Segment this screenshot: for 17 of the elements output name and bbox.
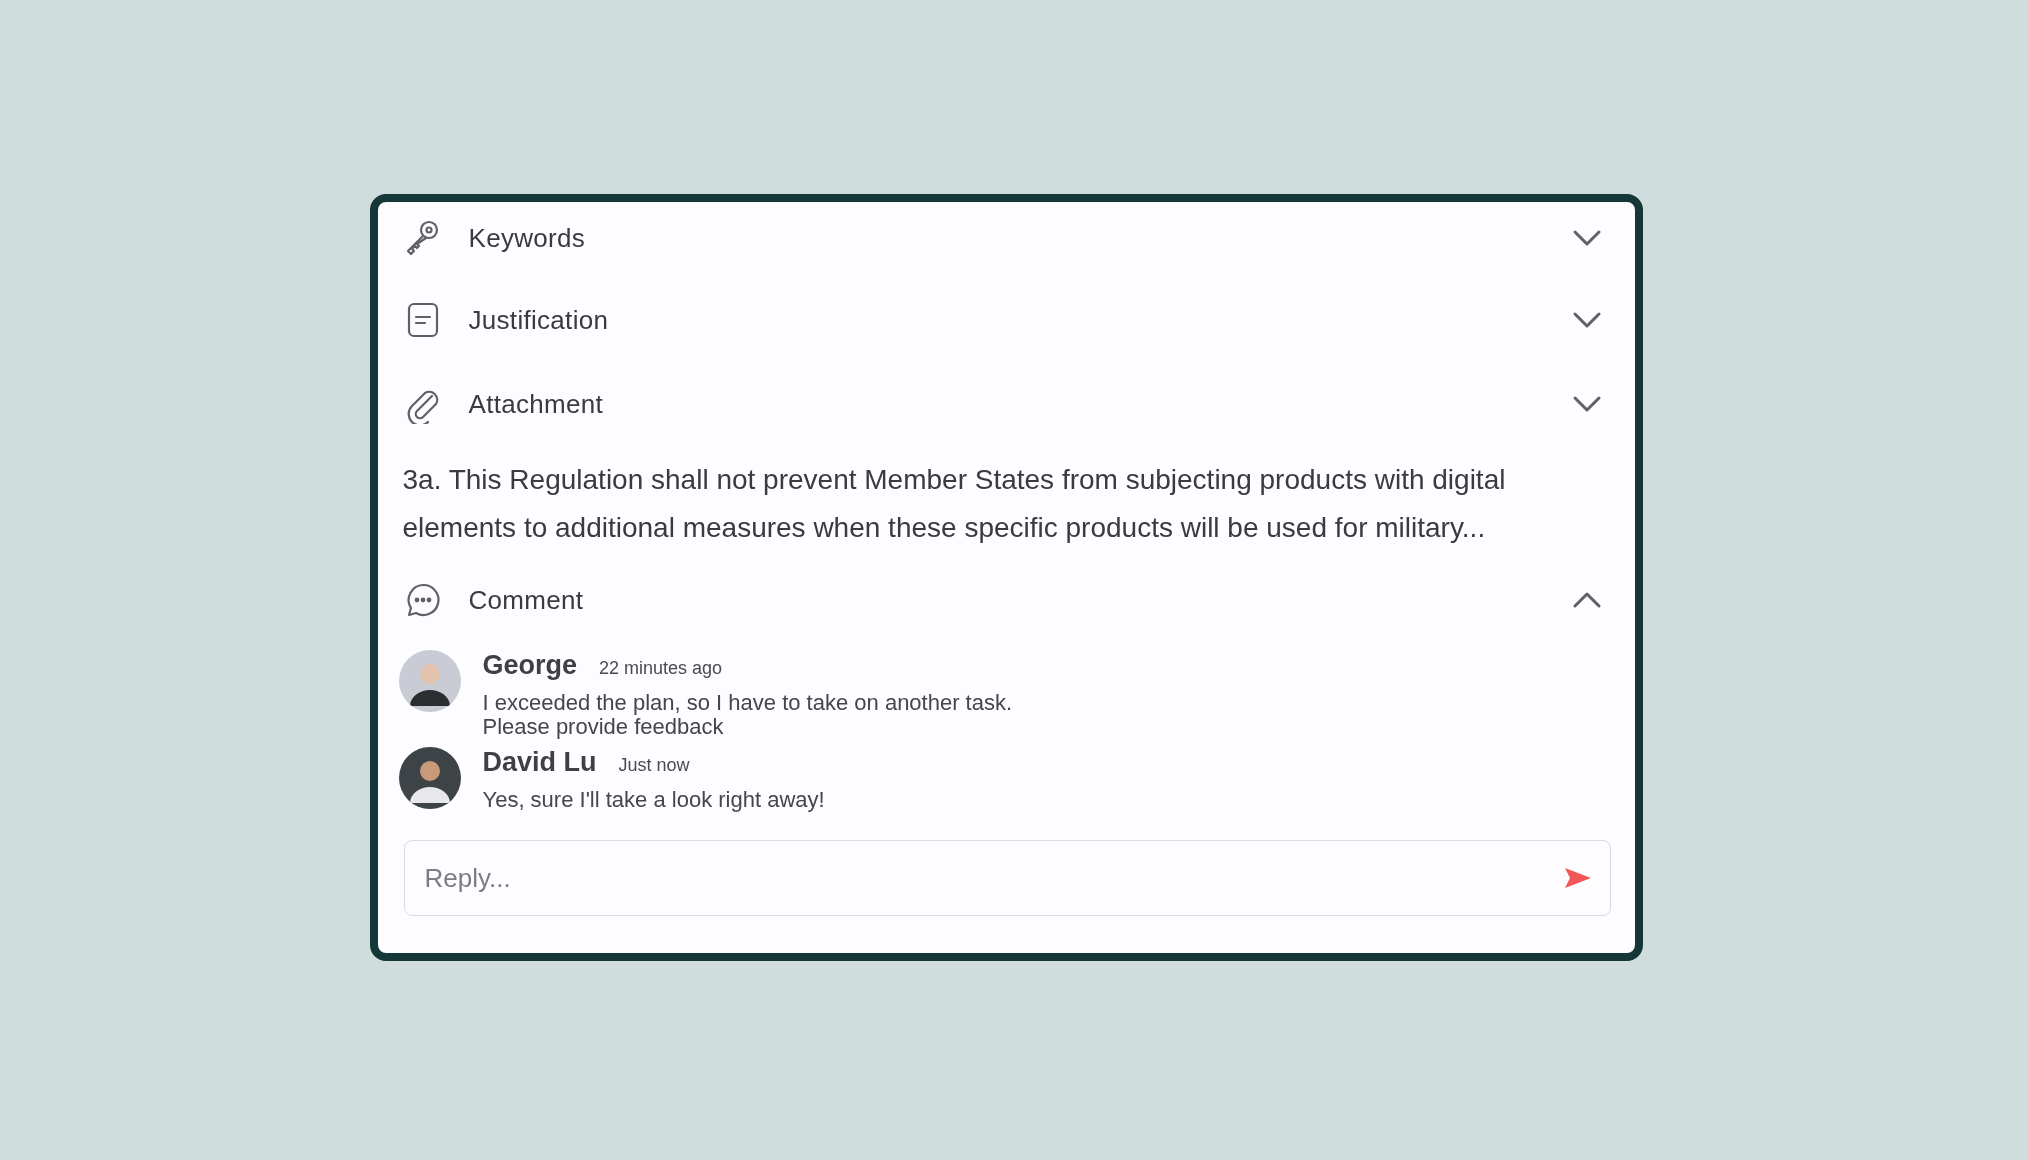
section-title: Attachment — [468, 388, 603, 420]
regulation-text: 3a. This Regulation shall not prevent Member States from subjecting products with digital elements to additional measures when these specific products will be used for military... — [402, 463, 1507, 545]
chevron-down-icon[interactable] — [1571, 229, 1602, 247]
section-title: Justification — [468, 304, 609, 336]
chevron-down-icon[interactable] — [1571, 311, 1602, 329]
comment-text: I exceeded the plan, so I have to take on another task. Please provide feedback — [482, 691, 1013, 739]
comment-text: Yes, sure I'll take a look right away! — [482, 788, 825, 812]
comment-author: David Lu — [482, 747, 597, 778]
send-icon[interactable] — [1562, 866, 1593, 890]
chevron-down-icon[interactable] — [1571, 395, 1602, 413]
reply-field[interactable]: Reply... — [403, 840, 1611, 916]
section-title: Keywords — [468, 222, 586, 254]
comment-time: Just now — [618, 755, 690, 776]
comment-author: George — [482, 650, 578, 681]
chevron-up-icon[interactable] — [1571, 591, 1602, 609]
comment-time: 22 minutes ago — [599, 658, 723, 679]
section-title: Comment — [468, 584, 584, 616]
